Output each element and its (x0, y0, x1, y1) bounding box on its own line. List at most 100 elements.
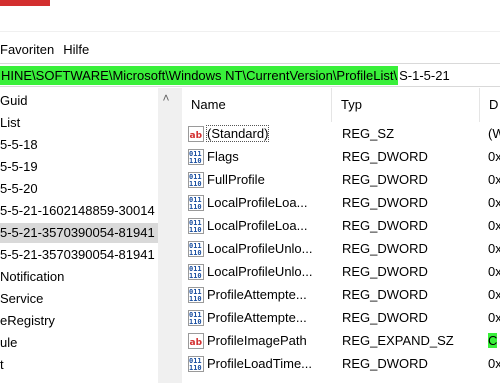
address-path-rest: S-1-5-21 (399, 67, 450, 83)
value-name: ProfileAttempte... (207, 287, 307, 302)
value-name-cell: 011 110 FullProfile (188, 168, 328, 191)
value-type: REG_SZ (342, 126, 395, 141)
value-type: REG_EXPAND_SZ (342, 333, 454, 348)
value-name-cell: 011 110 ProfileAttempte... (188, 283, 328, 306)
value-name-cell: 011 110 LocalProfileUnlo... (188, 237, 328, 260)
value-row[interactable]: 011 110 Flags REG_DWORD 0x (182, 145, 500, 168)
binary-value-icon: 011110 (188, 171, 204, 188)
column-header-data[interactable]: D (480, 88, 500, 122)
tree-item[interactable]: 5-5-19 (0, 157, 160, 177)
svg-text:110: 110 (189, 318, 202, 326)
value-type: REG_DWORD (342, 195, 428, 210)
value-name: FullProfile (207, 172, 265, 187)
tree-item[interactable]: 5-5-21-3570390054-81941 (0, 245, 160, 265)
value-name-cell: ab (Standard) (188, 122, 328, 145)
value-name: LocalProfileLoa... (207, 195, 308, 210)
value-type: REG_DWORD (342, 149, 428, 164)
value-data: 0x (488, 264, 500, 279)
value-row[interactable]: 011 110 FullProfile REG_DWORD 0x (182, 168, 500, 191)
value-name-cell: 011 110 LocalProfileLoa... (188, 214, 328, 237)
menu-hilfe[interactable]: Hilfe (63, 42, 94, 57)
tree-item-selected[interactable]: 5-5-21-3570390054-81941 (0, 223, 160, 243)
value-data: 0x (488, 195, 500, 210)
value-name: (Standard) (205, 125, 270, 142)
column-header-name[interactable]: Name (182, 88, 332, 122)
tree-item[interactable]: Service (0, 289, 160, 309)
svg-text:ab: ab (190, 131, 203, 141)
value-data: 0x (488, 172, 500, 187)
column-header-type[interactable]: Typ (332, 88, 480, 122)
value-type: REG_DWORD (342, 218, 428, 233)
value-name: LocalProfileLoa... (207, 218, 308, 233)
value-data: 0x (488, 310, 500, 325)
tree-item[interactable]: 5-5-21-1602148859-30014 (0, 201, 160, 221)
tree-item[interactable]: List (0, 113, 160, 133)
value-name: Flags (207, 149, 239, 164)
binary-value-icon: 011110 (188, 148, 204, 165)
value-type: REG_DWORD (342, 241, 428, 256)
value-type: REG_DWORD (342, 356, 428, 371)
value-data: 0x (488, 218, 500, 233)
binary-value-icon: 011110 (188, 194, 204, 211)
binary-value-icon: 011110 (188, 355, 204, 372)
value-row[interactable]: 011 110 LocalProfileLoa... REG_DWORD 0x (182, 191, 500, 214)
value-row[interactable]: 011 110 ProfileAttempte... REG_DWORD 0x (182, 306, 500, 329)
value-name: LocalProfileUnlo... (207, 264, 313, 279)
svg-text:110: 110 (189, 272, 202, 280)
svg-text:110: 110 (189, 180, 202, 188)
value-type: REG_DWORD (342, 287, 428, 302)
value-row[interactable]: ab (Standard) REG_SZ (W (182, 122, 500, 145)
value-row[interactable]: 011 110 LocalProfileUnlo... REG_DWORD 0x (182, 260, 500, 283)
address-bar[interactable]: HINE\SOFTWARE\Microsoft\Windows NT\Curre… (0, 63, 500, 87)
value-row[interactable]: 011 110 ProfileLoadTime... REG_DWORD 0x (182, 352, 500, 375)
values-list: Name Typ D ab (Standard) REG_SZ (W 011 110… (182, 88, 500, 383)
value-name: LocalProfileUnlo... (207, 241, 313, 256)
tree-item[interactable]: ule (0, 333, 160, 353)
binary-value-icon: 011110 (188, 240, 204, 257)
value-data: C (488, 333, 498, 348)
value-type: REG_DWORD (342, 310, 428, 325)
value-type: REG_DWORD (342, 264, 428, 279)
value-row[interactable]: ab ProfileImagePath REG_EXPAND_SZ C (182, 329, 500, 352)
address-path-highlight: HINE\SOFTWARE\Microsoft\Windows NT\Curre… (0, 65, 399, 85)
string-value-icon: ab (188, 332, 204, 349)
tree-item[interactable]: Guid (0, 91, 160, 111)
binary-value-icon: 011110 (188, 217, 204, 234)
value-name-cell: 011 110 ProfileAttempte... (188, 306, 328, 329)
svg-text:110: 110 (189, 226, 202, 234)
binary-value-icon: 011110 (188, 309, 204, 326)
svg-text:110: 110 (189, 157, 202, 165)
tree-scrollbar[interactable]: ˄ (158, 88, 174, 383)
pane-splitter[interactable] (174, 88, 182, 383)
tree-item[interactable]: 5-5-20 (0, 179, 160, 199)
value-data: 0x (488, 149, 500, 164)
value-data: 0x (488, 356, 500, 371)
value-name-cell: 011 110 ProfileLoadTime... (188, 352, 328, 375)
value-name: ProfileAttempte... (207, 310, 307, 325)
value-name-cell: ab ProfileImagePath (188, 329, 328, 352)
binary-value-icon: 011110 (188, 263, 204, 280)
menu-bar: Favoriten Hilfe (0, 38, 98, 60)
svg-text:110: 110 (189, 364, 202, 372)
value-row[interactable]: 011 110 LocalProfileLoa... REG_DWORD 0x (182, 214, 500, 237)
tree-item[interactable]: Notification (0, 267, 160, 287)
tree-item[interactable]: 5-5-18 (0, 135, 160, 155)
svg-text:110: 110 (189, 295, 202, 303)
value-row[interactable]: 011 110 ProfileAttempte... REG_DWORD 0x (182, 283, 500, 306)
svg-text:110: 110 (189, 203, 202, 211)
value-data: 0x (488, 287, 500, 302)
value-name-cell: 011 110 LocalProfileUnlo... (188, 260, 328, 283)
value-name-cell: 011 110 Flags (188, 145, 328, 168)
window-titlebar[interactable] (0, 0, 500, 32)
value-name-cell: 011 110 LocalProfileLoa... (188, 191, 328, 214)
value-row[interactable]: 011 110 LocalProfileUnlo... REG_DWORD 0x (182, 237, 500, 260)
menu-favoriten[interactable]: Favoriten (0, 42, 59, 57)
string-value-icon: ab (188, 125, 204, 142)
titlebar-accent (0, 0, 50, 6)
tree-item[interactable]: t (0, 355, 160, 375)
scroll-up-icon[interactable]: ˄ (158, 90, 174, 106)
value-data-highlight: C (488, 329, 500, 352)
svg-text:ab: ab (190, 338, 203, 348)
tree-item[interactable]: eRegistry (0, 311, 160, 331)
value-type: REG_DWORD (342, 172, 428, 187)
